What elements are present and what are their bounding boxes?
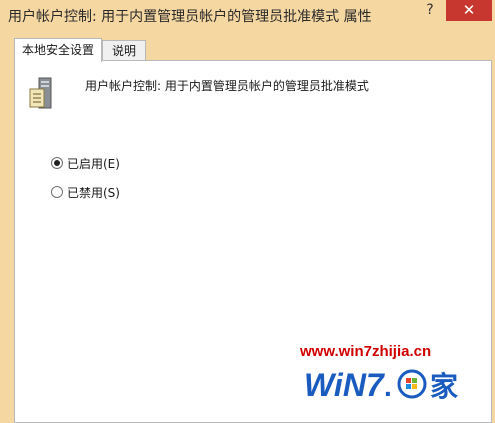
radio-enabled-circle[interactable] — [51, 157, 63, 169]
help-button[interactable]: ? — [418, 0, 442, 24]
close-button[interactable]: ✕ — [446, 0, 492, 21]
watermark-logo: WiN7 . 家 — [304, 367, 458, 403]
radio-disabled-label[interactable]: 已禁用(S) — [67, 185, 120, 201]
title-bar[interactable]: 用户帐户控制: 用于内置管理员帐户的管理员批准模式 属性 ? ✕ — [0, 0, 495, 32]
server-policy-icon — [29, 77, 52, 109]
tab-local-security-setting[interactable]: 本地安全设置 — [14, 38, 102, 62]
properties-dialog: 用户帐户控制: 用于内置管理员帐户的管理员批准模式 属性 ? ✕ 用户帐户控制:… — [0, 0, 495, 423]
svg-text:.: . — [384, 371, 392, 402]
window-title: 用户帐户控制: 用于内置管理员帐户的管理员批准模式 属性 — [8, 9, 372, 25]
watermark-url: www.win7zhijia.cn — [300, 343, 432, 360]
svg-text:WiN7: WiN7 — [304, 367, 386, 403]
radio-disabled-circle[interactable] — [51, 186, 63, 198]
radio-enabled-label[interactable]: 已启用(E) — [67, 156, 120, 172]
tab-explain[interactable]: 说明 — [102, 40, 146, 60]
policy-title: 用户帐户控制: 用于内置管理员帐户的管理员批准模式 — [85, 79, 369, 93]
svg-text:家: 家 — [430, 370, 458, 403]
